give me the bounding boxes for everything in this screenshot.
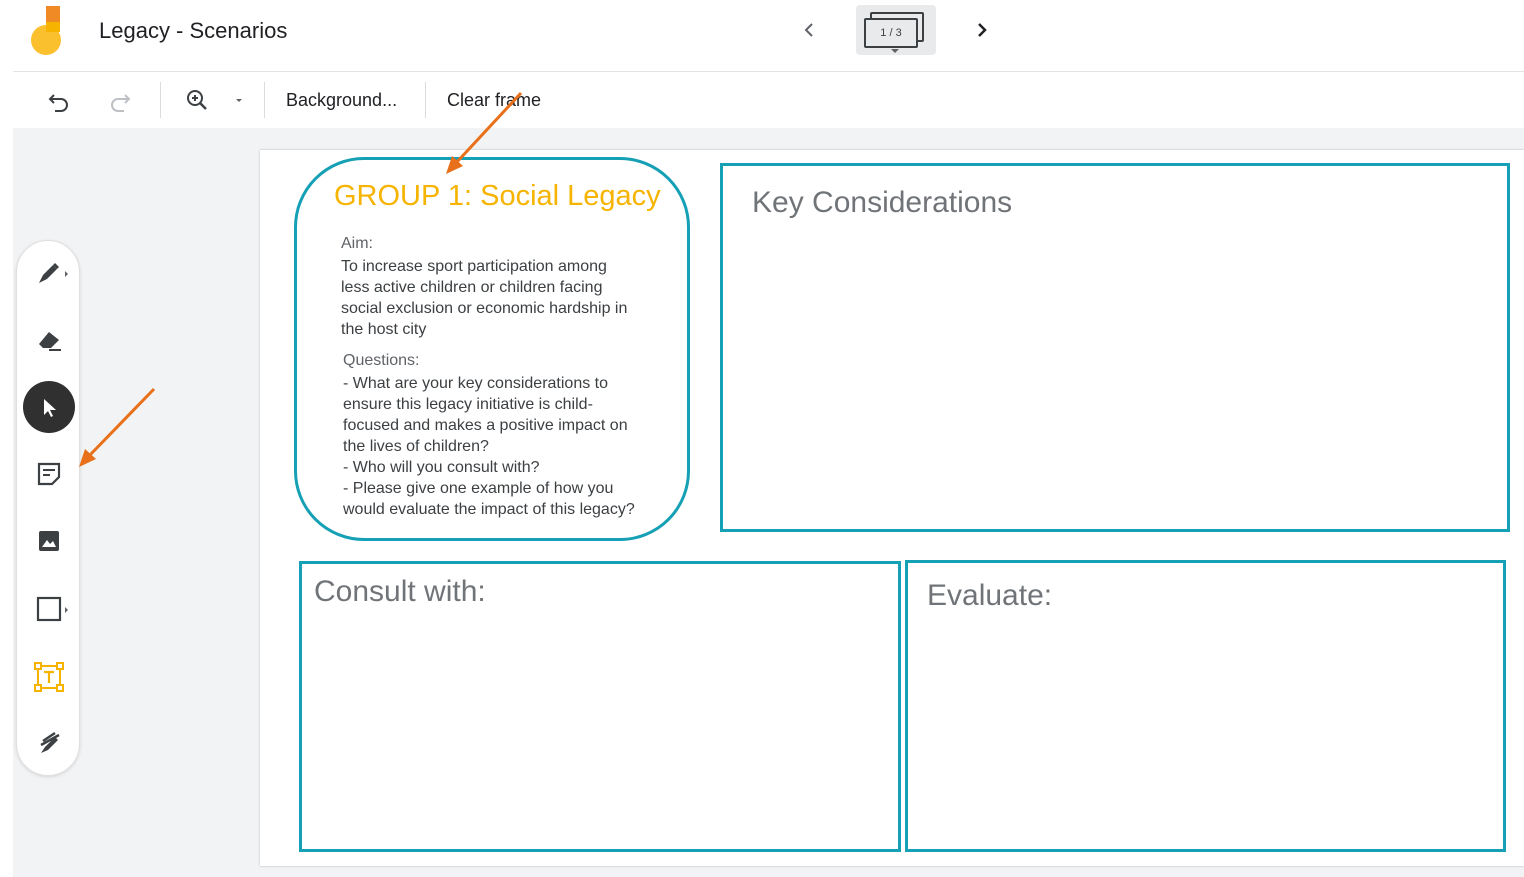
eraser-icon xyxy=(39,332,61,351)
sticky-note-icon xyxy=(37,462,61,486)
text-box-icon xyxy=(34,662,64,692)
questions-text: - What are your key considerations to en… xyxy=(343,373,643,520)
question-line: ensure this legacy initiative is child- xyxy=(343,396,593,413)
next-frame-button[interactable] xyxy=(971,16,993,44)
expand-arrow-icon xyxy=(65,607,68,613)
shape-tool-button[interactable] xyxy=(17,583,81,635)
chevron-left-icon xyxy=(804,23,813,37)
cursor-icon xyxy=(44,399,56,417)
image-icon xyxy=(39,531,59,551)
consult-with-title: Consult with: xyxy=(314,575,486,608)
tools-palette xyxy=(16,240,80,776)
zoom-button[interactable] xyxy=(183,86,211,114)
aim-text: To increase sport participation among le… xyxy=(341,256,641,340)
consult-with-box[interactable]: Consult with: xyxy=(299,561,901,852)
sticky-note-tool-button[interactable] xyxy=(17,448,81,500)
question-line: the lives of children? xyxy=(343,438,489,455)
app-title: Legacy - Scenarios xyxy=(99,18,288,43)
redo-icon xyxy=(111,94,131,112)
app-header: Legacy - Scenarios 1 / 3 xyxy=(0,0,1524,72)
aim-line: social exclusion or economic hardship in xyxy=(341,300,628,317)
text-box-tool-button[interactable] xyxy=(17,651,81,703)
toolbar-divider xyxy=(264,82,265,118)
pen-tool-button[interactable] xyxy=(17,247,81,299)
zoom-in-icon xyxy=(187,90,207,110)
question-line: focused and makes a positive impact on xyxy=(343,417,628,434)
aim-label: Aim: xyxy=(341,235,373,252)
key-considerations-box[interactable]: Key Considerations xyxy=(720,163,1510,532)
group-title[interactable]: GROUP 1: Social Legacy xyxy=(334,180,661,213)
select-tool-button[interactable] xyxy=(23,381,75,433)
questions-label: Questions: xyxy=(343,352,420,369)
frame-selector-button[interactable]: 1 / 3 xyxy=(856,5,936,55)
aim-line: less active children or children facing xyxy=(341,279,603,296)
chevron-right-icon xyxy=(978,23,987,37)
key-considerations-title: Key Considerations xyxy=(752,186,1013,219)
square-icon xyxy=(36,596,62,622)
redo-button[interactable] xyxy=(106,86,134,114)
aim-line: To increase sport participation among xyxy=(341,258,607,275)
frame-counter: 1 / 3 xyxy=(864,18,918,48)
expand-arrow-icon xyxy=(65,271,68,277)
toolbar-divider xyxy=(425,82,426,118)
evaluate-title: Evaluate: xyxy=(927,579,1053,612)
aim-line: the host city xyxy=(341,321,427,338)
eraser-tool-button[interactable] xyxy=(17,314,81,366)
laser-icon xyxy=(40,731,60,753)
laser-tool-button[interactable] xyxy=(17,717,81,769)
toolbar-divider xyxy=(160,82,161,118)
jamboard-logo-icon xyxy=(31,6,61,55)
image-tool-button[interactable] xyxy=(17,515,81,567)
question-line: - What are your key considerations to xyxy=(343,375,609,392)
question-line: - Please give one example of how you xyxy=(343,480,614,497)
background-button[interactable]: Background... xyxy=(286,90,397,111)
clear-frame-button[interactable]: Clear frame xyxy=(447,90,541,111)
pen-icon xyxy=(39,263,59,283)
chevron-down-icon xyxy=(891,49,899,53)
previous-frame-button[interactable] xyxy=(798,16,820,44)
question-line: would evaluate the impact of this legacy… xyxy=(343,501,635,518)
chevron-down-icon xyxy=(236,99,242,102)
undo-button[interactable] xyxy=(45,86,73,114)
question-line: - Who will you consult with? xyxy=(343,459,540,476)
zoom-dropdown-button[interactable] xyxy=(225,86,253,114)
undo-icon xyxy=(48,94,68,112)
evaluate-box[interactable]: Evaluate: xyxy=(905,560,1506,852)
toolbar: Background... Clear frame xyxy=(0,72,1524,128)
